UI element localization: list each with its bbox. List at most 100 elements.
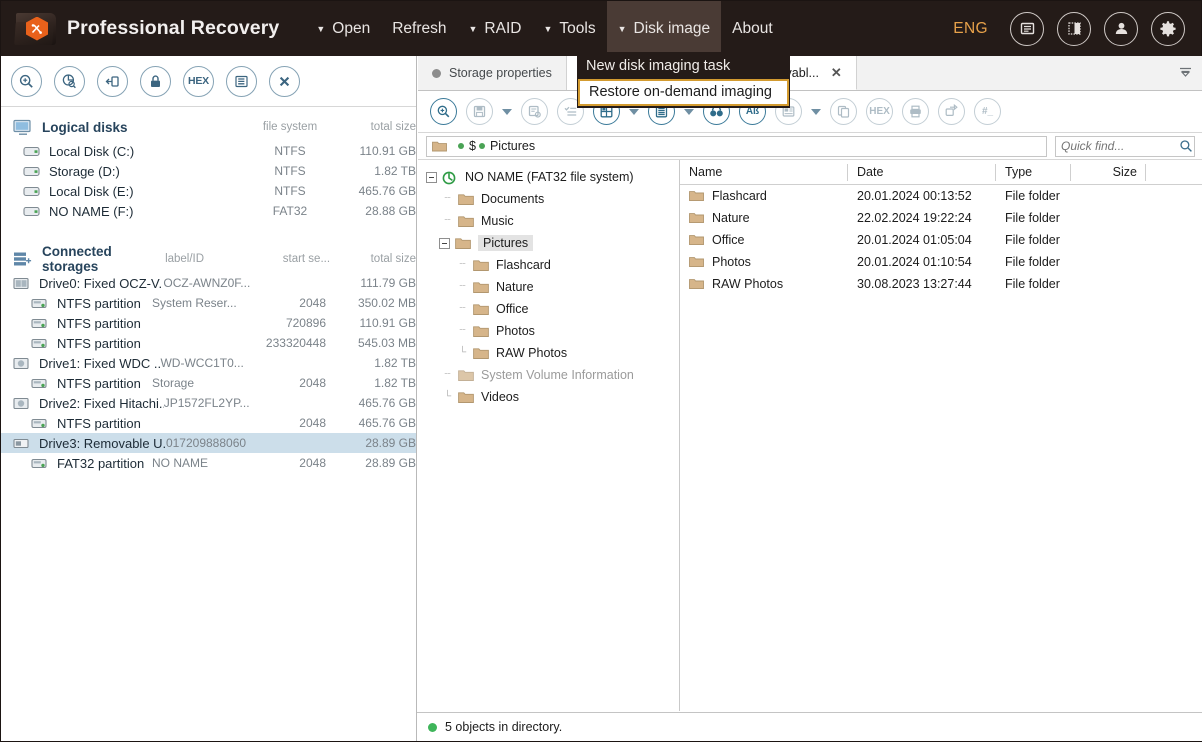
table-row[interactable]: Drive2: Fixed Hitachi... JP1572FL2YP... …	[1, 393, 416, 413]
gear-icon[interactable]	[1151, 11, 1185, 46]
partition-size: 1.82 TB	[374, 376, 416, 390]
list-item[interactable]: Storage (D:) NTFS 1.82 TB	[1, 161, 416, 181]
path-breadcrumb-field[interactable]: $ Pictures	[426, 135, 1047, 157]
search-input[interactable]	[1056, 138, 1178, 154]
scan-icon[interactable]	[430, 98, 457, 125]
logical-disk-name: Storage (D:)	[49, 163, 120, 179]
unlock-icon[interactable]	[140, 65, 171, 97]
table-row[interactable]: Drive0: Fixed OCZ-V... OCZ-AWNZ0F... 111…	[1, 273, 416, 293]
breadcrumb-root[interactable]: $	[469, 139, 476, 153]
hex-icon[interactable]: HEX	[183, 65, 214, 97]
hex-icon[interactable]: HEX	[866, 98, 893, 125]
collapse-toggle-icon[interactable]	[439, 237, 450, 249]
tree-item-nature[interactable]: ┈ Nature	[418, 276, 679, 298]
contrast-icon[interactable]	[1057, 11, 1091, 46]
logical-disks-col-filesystem: file system	[262, 121, 318, 133]
list-icon[interactable]	[226, 65, 257, 97]
table-row[interactable]: Flashcard 20.01.2024 00:13:52 File folde…	[680, 185, 1202, 207]
column-header-date[interactable]: Date	[848, 160, 996, 185]
tree-item-flashcard-label: Flashcard	[496, 258, 551, 272]
table-row[interactable]: RAW Photos 30.08.2023 13:27:44 File fold…	[680, 273, 1202, 295]
column-header-size[interactable]: Size	[1071, 160, 1146, 185]
tree-item-music[interactable]: ┈ Music	[418, 210, 679, 232]
file-list-header: Name Date Type Size	[680, 160, 1202, 185]
quick-find-box[interactable]	[1055, 135, 1195, 157]
file-name: Nature	[712, 211, 750, 225]
file-date: 22.02.2024 19:22:24	[857, 211, 972, 225]
print-icon[interactable]	[902, 98, 929, 125]
partition-scan-icon[interactable]	[54, 65, 85, 97]
view-dropdown-caret-icon[interactable]	[684, 108, 694, 115]
table-row[interactable]: NTFS partition 720896 110.91 GB	[1, 313, 416, 333]
chevron-down-icon[interactable]	[1178, 65, 1193, 81]
tree-item-office[interactable]: ┈ Office	[418, 298, 679, 320]
file-name: RAW Photos	[712, 277, 784, 291]
table-row[interactable]: NTFS partition Storage 2048 1.82 TB	[1, 373, 416, 393]
partition-size: 465.76 GB	[358, 416, 416, 430]
menu-item-refresh[interactable]: Refresh	[381, 1, 457, 56]
tree-item-pictures-label: Pictures	[478, 235, 534, 251]
scan-icon[interactable]	[11, 65, 42, 97]
column-header-type[interactable]: Type	[996, 160, 1071, 185]
menu-item-tools[interactable]: ▼ Tools	[532, 1, 606, 56]
folder-icon	[473, 325, 489, 338]
table-row-selected[interactable]: Drive3: Removable U... 017209888060 28.8…	[1, 433, 416, 453]
tree-stub-icon: └	[443, 391, 452, 402]
tree-item-flashcard[interactable]: ┈ Flashcard	[418, 254, 679, 276]
close-icon[interactable]	[269, 65, 300, 97]
list-item[interactable]: Local Disk (C:) NTFS 110.91 GB	[1, 141, 416, 161]
table-row[interactable]: Nature 22.02.2024 19:22:24 File folder	[680, 207, 1202, 229]
file-type: File folder	[1005, 277, 1060, 291]
export-icon[interactable]	[938, 98, 965, 125]
tree-item-pictures[interactable]: Pictures	[418, 232, 679, 254]
table-row[interactable]: NTFS partition 233320448 545.03 MB	[1, 333, 416, 353]
tree-item-videos-label: Videos	[481, 390, 519, 404]
stack-icon	[13, 251, 33, 268]
list-item[interactable]: NO NAME (F:) FAT32 28.88 GB	[1, 201, 416, 221]
tree-item-photos[interactable]: ┈ Photos	[418, 320, 679, 342]
tree-item-raw-photos[interactable]: └ RAW Photos	[418, 342, 679, 364]
numbers-icon[interactable]: #_	[974, 98, 1001, 125]
preview-dropdown-caret-icon[interactable]	[811, 108, 821, 115]
close-icon[interactable]: ✕	[831, 65, 842, 81]
copy-icon[interactable]	[830, 98, 857, 125]
app-folder-logo-icon	[14, 11, 57, 47]
storage-label: OCZ-AWNZ0F...	[163, 276, 251, 290]
tree-item-volume[interactable]: NO NAME (FAT32 file system)	[418, 166, 679, 188]
language-selector[interactable]: ENG	[953, 20, 988, 38]
menu-item-raid[interactable]: ▼ RAID	[458, 1, 533, 56]
search-icon[interactable]	[1178, 139, 1194, 153]
table-row[interactable]: NTFS partition 2048 465.76 GB	[1, 413, 416, 433]
tree-item-system-volume-information[interactable]: ┈ System Volume Information	[418, 364, 679, 386]
notes-icon[interactable]	[1010, 11, 1044, 46]
breadcrumb-pictures[interactable]: Pictures	[490, 139, 535, 153]
table-row[interactable]: FAT32 partition NO NAME 2048 28.89 GB	[1, 453, 416, 473]
folder-icon	[473, 347, 489, 360]
table-row[interactable]: Photos 20.01.2024 01:10:54 File folder	[680, 251, 1202, 273]
save-settings-icon[interactable]	[521, 98, 548, 125]
list-item[interactable]: Local Disk (E:) NTFS 465.76 GB	[1, 181, 416, 201]
save-dropdown-caret-icon[interactable]	[502, 108, 512, 115]
chevron-down-icon: ▼	[316, 24, 326, 34]
tree-item-videos[interactable]: └ Videos	[418, 386, 679, 408]
storage-label: 017209888060	[165, 436, 247, 450]
partition-icon	[31, 417, 49, 430]
layout-dropdown-caret-icon[interactable]	[629, 108, 639, 115]
user-icon[interactable]	[1104, 11, 1138, 46]
collapse-toggle-icon[interactable]	[426, 171, 437, 183]
menu-option-restore-on-demand-imaging[interactable]: Restore on-demand imaging	[578, 79, 789, 106]
menu-option-new-disk-imaging-task[interactable]: New disk imaging task	[577, 54, 790, 79]
menu-item-about[interactable]: About	[721, 1, 784, 56]
menu-item-open[interactable]: ▼ Open	[305, 1, 381, 56]
menu-item-disk-image[interactable]: ▼ Disk image	[606, 1, 722, 56]
tree-item-documents[interactable]: ┈ Documents	[418, 188, 679, 210]
table-row[interactable]: Drive1: Fixed WDC ... WD-WCC1T0... 1.82 …	[1, 353, 416, 373]
table-row[interactable]: Office 20.01.2024 01:05:04 File folder	[680, 229, 1202, 251]
table-row[interactable]: NTFS partition System Reser... 2048 350.…	[1, 293, 416, 313]
left-panel: HEX Logical disks file system total size	[1, 56, 417, 741]
tab-storage-properties[interactable]: Storage properties	[418, 56, 567, 90]
open-image-icon[interactable]	[97, 65, 128, 97]
column-header-name[interactable]: Name	[680, 160, 848, 185]
folder-icon	[473, 303, 489, 316]
save-icon[interactable]	[466, 98, 493, 125]
